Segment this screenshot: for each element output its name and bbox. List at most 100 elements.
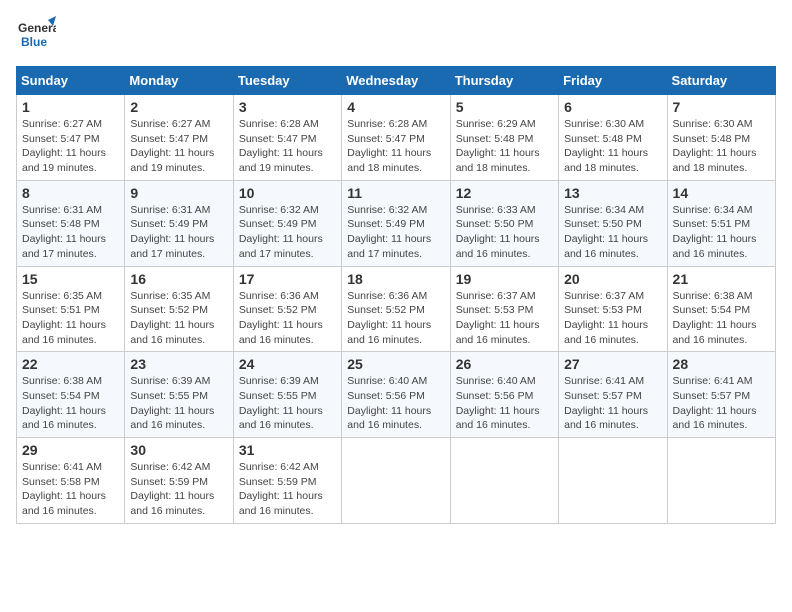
day-info: Sunrise: 6:35 AM Sunset: 5:51 PM Dayligh…: [22, 289, 119, 348]
sunrise-label: Sunrise: 6:32 AM: [347, 204, 427, 216]
daylight-label: Daylight: 11 hours: [130, 405, 214, 417]
sunset-label: Sunset: 5:52 PM: [130, 304, 208, 316]
sunrise-label: Sunrise: 6:30 AM: [564, 118, 644, 130]
day-cell: 15 Sunrise: 6:35 AM Sunset: 5:51 PM Dayl…: [17, 266, 125, 352]
day-info: Sunrise: 6:28 AM Sunset: 5:47 PM Dayligh…: [239, 117, 336, 176]
daylight-label: Daylight: 11 hours: [564, 233, 648, 245]
day-info: Sunrise: 6:31 AM Sunset: 5:49 PM Dayligh…: [130, 203, 227, 262]
day-cell: 26 Sunrise: 6:40 AM Sunset: 5:56 PM Dayl…: [450, 352, 558, 438]
sunrise-label: Sunrise: 6:37 AM: [456, 290, 536, 302]
day-number: 4: [347, 99, 444, 115]
sunset-label: Sunset: 5:54 PM: [673, 304, 751, 316]
daylight-minutes: and 19 minutes.: [130, 162, 205, 174]
logo-svg: General Blue: [16, 16, 56, 56]
week-row-3: 15 Sunrise: 6:35 AM Sunset: 5:51 PM Dayl…: [17, 266, 776, 352]
sunset-label: Sunset: 5:55 PM: [239, 390, 317, 402]
day-info: Sunrise: 6:34 AM Sunset: 5:50 PM Dayligh…: [564, 203, 661, 262]
sunrise-label: Sunrise: 6:30 AM: [673, 118, 753, 130]
column-header-monday: Monday: [125, 67, 233, 95]
week-row-4: 22 Sunrise: 6:38 AM Sunset: 5:54 PM Dayl…: [17, 352, 776, 438]
sunset-label: Sunset: 5:56 PM: [456, 390, 534, 402]
day-number: 18: [347, 271, 444, 287]
daylight-label: Daylight: 11 hours: [347, 147, 431, 159]
daylight-label: Daylight: 11 hours: [564, 405, 648, 417]
daylight-label: Daylight: 11 hours: [456, 405, 540, 417]
week-row-1: 1 Sunrise: 6:27 AM Sunset: 5:47 PM Dayli…: [17, 95, 776, 181]
sunset-label: Sunset: 5:58 PM: [22, 476, 100, 488]
sunset-label: Sunset: 5:53 PM: [456, 304, 534, 316]
sunset-label: Sunset: 5:52 PM: [347, 304, 425, 316]
daylight-label: Daylight: 11 hours: [456, 147, 540, 159]
sunset-label: Sunset: 5:50 PM: [456, 218, 534, 230]
day-cell: 16 Sunrise: 6:35 AM Sunset: 5:52 PM Dayl…: [125, 266, 233, 352]
daylight-minutes: and 16 minutes.: [239, 505, 314, 517]
day-info: Sunrise: 6:37 AM Sunset: 5:53 PM Dayligh…: [564, 289, 661, 348]
daylight-minutes: and 16 minutes.: [673, 419, 748, 431]
day-info: Sunrise: 6:42 AM Sunset: 5:59 PM Dayligh…: [130, 460, 227, 519]
sunrise-label: Sunrise: 6:27 AM: [130, 118, 210, 130]
sunrise-label: Sunrise: 6:41 AM: [673, 375, 753, 387]
sunrise-label: Sunrise: 6:40 AM: [347, 375, 427, 387]
sunrise-label: Sunrise: 6:39 AM: [130, 375, 210, 387]
sunrise-label: Sunrise: 6:32 AM: [239, 204, 319, 216]
day-info: Sunrise: 6:32 AM Sunset: 5:49 PM Dayligh…: [347, 203, 444, 262]
svg-text:Blue: Blue: [21, 35, 47, 49]
daylight-label: Daylight: 11 hours: [347, 319, 431, 331]
daylight-label: Daylight: 11 hours: [239, 233, 323, 245]
day-cell: 18 Sunrise: 6:36 AM Sunset: 5:52 PM Dayl…: [342, 266, 450, 352]
daylight-label: Daylight: 11 hours: [22, 405, 106, 417]
day-info: Sunrise: 6:34 AM Sunset: 5:51 PM Dayligh…: [673, 203, 770, 262]
daylight-minutes: and 16 minutes.: [130, 334, 205, 346]
daylight-label: Daylight: 11 hours: [673, 405, 757, 417]
day-cell: 6 Sunrise: 6:30 AM Sunset: 5:48 PM Dayli…: [559, 95, 667, 181]
day-info: Sunrise: 6:29 AM Sunset: 5:48 PM Dayligh…: [456, 117, 553, 176]
day-info: Sunrise: 6:33 AM Sunset: 5:50 PM Dayligh…: [456, 203, 553, 262]
daylight-label: Daylight: 11 hours: [130, 319, 214, 331]
day-info: Sunrise: 6:39 AM Sunset: 5:55 PM Dayligh…: [130, 374, 227, 433]
day-number: 7: [673, 99, 770, 115]
daylight-minutes: and 16 minutes.: [22, 419, 97, 431]
daylight-minutes: and 16 minutes.: [564, 248, 639, 260]
day-number: 3: [239, 99, 336, 115]
column-header-wednesday: Wednesday: [342, 67, 450, 95]
sunrise-label: Sunrise: 6:41 AM: [564, 375, 644, 387]
sunset-label: Sunset: 5:47 PM: [130, 133, 208, 145]
day-info: Sunrise: 6:42 AM Sunset: 5:59 PM Dayligh…: [239, 460, 336, 519]
sunrise-label: Sunrise: 6:36 AM: [347, 290, 427, 302]
day-info: Sunrise: 6:41 AM Sunset: 5:57 PM Dayligh…: [673, 374, 770, 433]
sunset-label: Sunset: 5:59 PM: [130, 476, 208, 488]
day-info: Sunrise: 6:37 AM Sunset: 5:53 PM Dayligh…: [456, 289, 553, 348]
day-number: 15: [22, 271, 119, 287]
day-info: Sunrise: 6:30 AM Sunset: 5:48 PM Dayligh…: [673, 117, 770, 176]
daylight-minutes: and 17 minutes.: [22, 248, 97, 260]
day-info: Sunrise: 6:41 AM Sunset: 5:58 PM Dayligh…: [22, 460, 119, 519]
daylight-label: Daylight: 11 hours: [456, 319, 540, 331]
sunset-label: Sunset: 5:52 PM: [239, 304, 317, 316]
sunrise-label: Sunrise: 6:27 AM: [22, 118, 102, 130]
sunset-label: Sunset: 5:54 PM: [22, 390, 100, 402]
day-info: Sunrise: 6:31 AM Sunset: 5:48 PM Dayligh…: [22, 203, 119, 262]
day-info: Sunrise: 6:36 AM Sunset: 5:52 PM Dayligh…: [239, 289, 336, 348]
day-cell: 27 Sunrise: 6:41 AM Sunset: 5:57 PM Dayl…: [559, 352, 667, 438]
sunset-label: Sunset: 5:47 PM: [22, 133, 100, 145]
daylight-minutes: and 18 minutes.: [564, 162, 639, 174]
daylight-minutes: and 16 minutes.: [347, 419, 422, 431]
day-cell: 13 Sunrise: 6:34 AM Sunset: 5:50 PM Dayl…: [559, 180, 667, 266]
sunrise-label: Sunrise: 6:38 AM: [673, 290, 753, 302]
sunrise-label: Sunrise: 6:35 AM: [130, 290, 210, 302]
day-info: Sunrise: 6:40 AM Sunset: 5:56 PM Dayligh…: [456, 374, 553, 433]
daylight-minutes: and 17 minutes.: [130, 248, 205, 260]
daylight-minutes: and 18 minutes.: [456, 162, 531, 174]
day-cell: 3 Sunrise: 6:28 AM Sunset: 5:47 PM Dayli…: [233, 95, 341, 181]
day-info: Sunrise: 6:41 AM Sunset: 5:57 PM Dayligh…: [564, 374, 661, 433]
day-number: 9: [130, 185, 227, 201]
daylight-label: Daylight: 11 hours: [239, 319, 323, 331]
daylight-label: Daylight: 11 hours: [564, 319, 648, 331]
sunset-label: Sunset: 5:48 PM: [564, 133, 642, 145]
sunset-label: Sunset: 5:57 PM: [673, 390, 751, 402]
calendar-header-row: SundayMondayTuesdayWednesdayThursdayFrid…: [17, 67, 776, 95]
day-cell: 5 Sunrise: 6:29 AM Sunset: 5:48 PM Dayli…: [450, 95, 558, 181]
day-number: 11: [347, 185, 444, 201]
calendar-table: SundayMondayTuesdayWednesdayThursdayFrid…: [16, 66, 776, 524]
week-row-5: 29 Sunrise: 6:41 AM Sunset: 5:58 PM Dayl…: [17, 438, 776, 524]
